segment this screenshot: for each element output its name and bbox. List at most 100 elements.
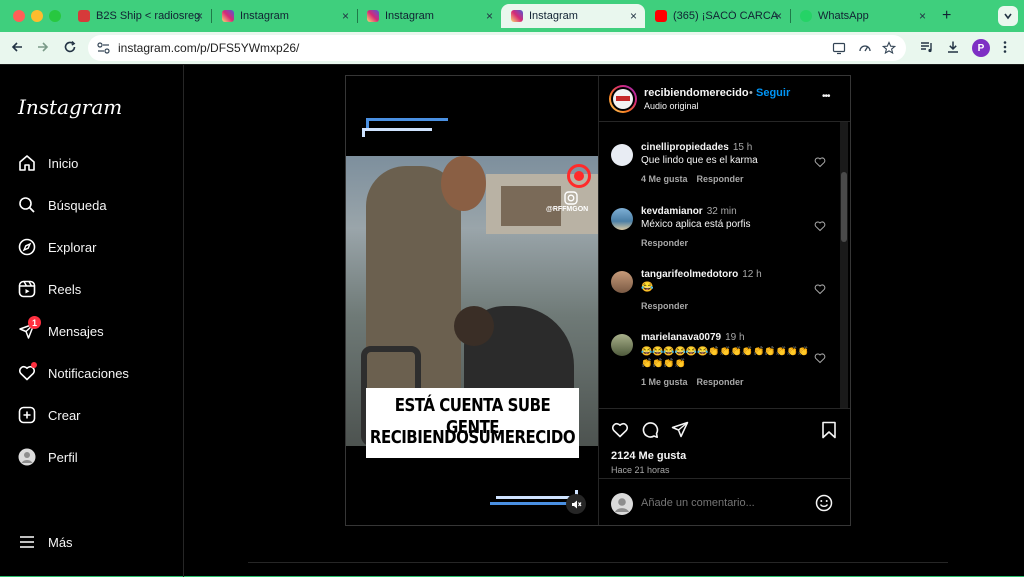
sidebar-item-perfil[interactable]: Perfil xyxy=(16,445,78,469)
post-timestamp[interactable]: Hace 21 horas xyxy=(611,465,670,475)
comment-actions: Responder xyxy=(641,301,688,311)
sidebar-item-mas[interactable]: Más xyxy=(16,530,73,554)
comment-username[interactable]: marielanava0079 19 h xyxy=(641,332,745,343)
comment-actions: 4 Me gusta Responder xyxy=(641,174,744,184)
site-settings-icon[interactable] xyxy=(97,42,110,54)
more-options-icon[interactable]: ••• xyxy=(822,91,830,102)
sidebar-item-crear[interactable]: Crear xyxy=(16,403,81,427)
comment-time: 32 min xyxy=(706,206,737,217)
media-controls-icon[interactable] xyxy=(920,40,934,54)
avatar-icon xyxy=(16,446,38,468)
more-menu-icon[interactable] xyxy=(1002,40,1008,54)
new-tab-button[interactable]: + xyxy=(942,7,951,25)
downloads-icon[interactable] xyxy=(946,40,960,54)
plus-square-icon xyxy=(16,404,38,426)
tab-close-icon[interactable]: × xyxy=(486,9,493,23)
browser-tab-active[interactable]: Instagram × xyxy=(501,4,645,28)
comment-likes[interactable]: 4 Me gusta xyxy=(641,174,688,184)
tab-close-icon[interactable]: × xyxy=(342,9,349,23)
reply-button[interactable]: Responder xyxy=(641,301,688,311)
tab-search-button[interactable] xyxy=(998,6,1018,26)
record-icon xyxy=(567,164,591,188)
comment-time: 19 h xyxy=(725,332,745,343)
sidebar-item-reels[interactable]: Reels xyxy=(16,277,81,301)
sidebar-item-notificaciones[interactable]: Notificaciones xyxy=(16,361,129,385)
browser-tab[interactable]: WhatsApp × xyxy=(790,4,934,28)
sidebar-item-label: Más xyxy=(48,534,73,550)
comment-username[interactable]: cinellipropiedades 15 h xyxy=(641,142,752,153)
tab-label: WhatsApp xyxy=(818,10,869,22)
post-video[interactable]: @RFFMGON ESTÁ CUENTA SUBE GENTE RECIBIEN… xyxy=(346,76,599,525)
comments-scrollbar[interactable] xyxy=(840,122,848,408)
sidebar-item-label: Crear xyxy=(48,407,81,423)
instagram-page: Instagram Inicio Búsqueda Explorar Reels… xyxy=(0,64,1024,577)
scrollbar-thumb[interactable] xyxy=(841,172,847,242)
audio-label[interactable]: Audio original xyxy=(644,101,699,111)
comment-avatar[interactable] xyxy=(611,271,633,293)
comment-text: México aplica está porfis xyxy=(641,219,751,230)
author-avatar[interactable] xyxy=(609,85,637,113)
comment-bubble-icon[interactable] xyxy=(641,421,659,439)
follow-button[interactable]: Seguir xyxy=(756,87,790,99)
back-arrow-icon[interactable] xyxy=(10,40,24,54)
comment-input[interactable] xyxy=(641,493,806,513)
sidebar-item-inicio[interactable]: Inicio xyxy=(16,151,78,175)
close-window-button[interactable] xyxy=(13,10,25,22)
post-actions: 2124 Me gusta Hace 21 horas xyxy=(599,408,850,478)
comment-username[interactable]: tangarifeolmedotoro 12 h xyxy=(641,269,762,280)
browser-tab[interactable]: Instagram × xyxy=(357,4,501,28)
emoji-picker-icon[interactable] xyxy=(815,494,833,512)
sidebar-item-mensajes[interactable]: 1 Mensajes xyxy=(16,316,104,343)
reply-button[interactable]: Responder xyxy=(641,238,688,248)
comment-item: tangarifeolmedotoro 12 h 😂 Responder xyxy=(611,269,836,319)
share-plane-icon[interactable] xyxy=(671,421,689,439)
likes-count[interactable]: 2124 Me gusta xyxy=(611,450,686,462)
address-bar[interactable]: instagram.com/p/DFS5YWmxp26/ xyxy=(88,35,906,61)
mute-button[interactable] xyxy=(566,494,586,514)
install-app-icon[interactable] xyxy=(832,41,846,55)
home-icon xyxy=(16,152,38,174)
performance-gauge-icon[interactable] xyxy=(858,41,872,55)
comment-like-heart-icon[interactable] xyxy=(814,156,826,168)
browser-tab[interactable]: (365) ¡SACÓ CARCA × xyxy=(645,4,790,28)
tab-favicon-icon xyxy=(367,10,379,22)
comment-avatar[interactable] xyxy=(611,334,633,356)
compass-icon xyxy=(16,236,38,258)
heart-icon xyxy=(16,362,38,384)
tab-close-icon[interactable]: × xyxy=(775,9,782,23)
forward-arrow-icon[interactable] xyxy=(36,40,50,54)
search-icon xyxy=(16,194,38,216)
instagram-glyph-icon xyxy=(564,191,578,205)
like-heart-icon[interactable] xyxy=(611,421,629,439)
reply-button[interactable]: Responder xyxy=(697,377,744,387)
comment-username[interactable]: kevdamianor 32 min xyxy=(641,206,737,217)
sidebar-item-busqueda[interactable]: Búsqueda xyxy=(16,193,107,217)
reply-button[interactable]: Responder xyxy=(697,174,744,184)
comment-avatar[interactable] xyxy=(611,208,633,230)
profile-avatar-button[interactable]: P xyxy=(972,39,990,57)
comment-avatar[interactable] xyxy=(611,144,633,166)
zoom-window-button[interactable] xyxy=(49,10,61,22)
author-username[interactable]: recibiendomerecido xyxy=(644,87,749,99)
browser-tab[interactable]: B2S Ship < radiosreg × xyxy=(68,4,211,28)
minimize-window-button[interactable] xyxy=(31,10,43,22)
instagram-logo[interactable]: Instagram xyxy=(18,95,122,119)
comment-like-heart-icon[interactable] xyxy=(814,352,826,364)
tab-close-icon[interactable]: × xyxy=(630,9,637,23)
person-head xyxy=(454,306,494,346)
comment-item: kevdamianor 32 min México aplica está por… xyxy=(611,206,836,256)
post-modal: @RFFMGON ESTÁ CUENTA SUBE GENTE RECIBIEN… xyxy=(345,75,851,526)
sidebar-item-explorar[interactable]: Explorar xyxy=(16,235,96,259)
comment-likes[interactable]: 1 Me gusta xyxy=(641,377,688,387)
reload-icon[interactable] xyxy=(63,40,77,54)
video-watermark: @RFFMGON xyxy=(546,206,589,213)
tab-close-icon[interactable]: × xyxy=(196,9,203,23)
comment-like-heart-icon[interactable] xyxy=(814,220,826,232)
bookmark-star-icon[interactable] xyxy=(882,41,896,55)
sidebar-nav: Instagram Inicio Búsqueda Explorar Reels… xyxy=(0,65,184,577)
comment-like-heart-icon[interactable] xyxy=(814,283,826,295)
browser-tab[interactable]: Instagram × xyxy=(212,4,357,28)
frame-decoration xyxy=(490,496,572,505)
save-bookmark-icon[interactable] xyxy=(821,421,837,439)
tab-close-icon[interactable]: × xyxy=(919,9,926,23)
